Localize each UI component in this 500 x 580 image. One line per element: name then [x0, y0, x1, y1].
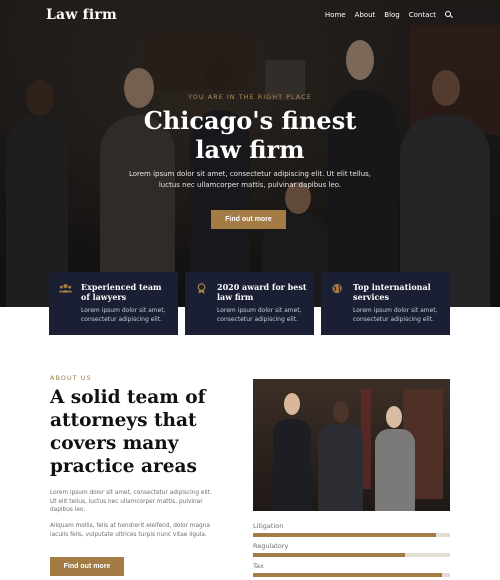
about-kicker: ABOUT US: [50, 374, 92, 382]
skill-row: Tax: [253, 562, 450, 580]
team-icon: [59, 284, 72, 293]
nav-contact-link[interactable]: Contact: [409, 11, 436, 19]
feature-card-international: Top international services Lorem ipsum d…: [321, 272, 450, 335]
skill-label: Litigation: [253, 522, 284, 530]
feature-text: Lorem ipsum dolor sit amet, consectetur …: [81, 307, 166, 323]
skill-track: [253, 553, 450, 557]
hero-subtitle: Lorem ipsum dolor sit amet, consectetur …: [128, 170, 372, 189]
team-photo: [253, 379, 450, 511]
skills-list: Litigation Regulatory Tax: [253, 522, 450, 580]
skill-row: Regulatory: [253, 542, 450, 562]
globe-icon: [332, 283, 342, 294]
photo-person: [273, 419, 311, 511]
brand-logo[interactable]: Law firm: [46, 7, 117, 23]
feature-card-team: Experienced team of lawyers Lorem ipsum …: [49, 272, 178, 335]
hero-find-out-more-button[interactable]: Find out more: [211, 210, 286, 229]
skill-fill: [253, 573, 443, 577]
nav-about-link[interactable]: About: [355, 11, 376, 19]
hero-section: Law firm Home About Blog Contact YOU ARE…: [0, 0, 500, 307]
skill-track: [253, 573, 450, 577]
skill-label: Regulatory: [253, 542, 289, 550]
skill-fill: [253, 533, 437, 537]
about-title: A solid team of attorneys that covers ma…: [50, 387, 206, 477]
feature-title: Experienced team of lawyers: [81, 282, 162, 302]
skill-track: [253, 533, 450, 537]
award-icon: [197, 283, 206, 294]
about-paragraph: Aliquam mollis, felis at hendrerit eleif…: [50, 523, 210, 538]
photo-person-head: [284, 393, 300, 415]
feature-text: Lorem ipsum dolor sit amet, consectetur …: [217, 307, 302, 323]
nav-blog-link[interactable]: Blog: [384, 11, 399, 19]
hero-title-line1: Chicago's finest: [143, 106, 357, 135]
skill-fill: [253, 553, 405, 557]
search-icon[interactable]: [445, 11, 453, 19]
photo-person-head: [333, 401, 349, 423]
hero-kicker: YOU ARE IN THE RIGHT PLACE: [188, 93, 312, 101]
hero-title-line2: law firm: [195, 135, 305, 164]
photo-person-head: [386, 406, 402, 428]
photo-person: [375, 429, 415, 511]
feature-title: 2020 award for best law firm: [217, 282, 307, 302]
feature-text: Lorem ipsum dolor sit amet, consectetur …: [353, 307, 438, 323]
main-nav: Home About Blog Contact: [325, 11, 453, 19]
feature-card-award: 2020 award for best law firm Lorem ipsum…: [185, 272, 314, 335]
hero-title: Chicago's finest law firm: [0, 106, 500, 164]
nav-home-link[interactable]: Home: [325, 11, 346, 19]
about-paragraph: Lorem ipsum dolor sit amet, consectetur …: [50, 490, 212, 513]
photo-person: [318, 424, 363, 511]
skill-label: Tax: [253, 562, 264, 570]
feature-title: Top international services: [353, 282, 431, 302]
about-find-out-more-button[interactable]: Find out more: [50, 557, 124, 576]
skill-row: Litigation: [253, 522, 450, 542]
